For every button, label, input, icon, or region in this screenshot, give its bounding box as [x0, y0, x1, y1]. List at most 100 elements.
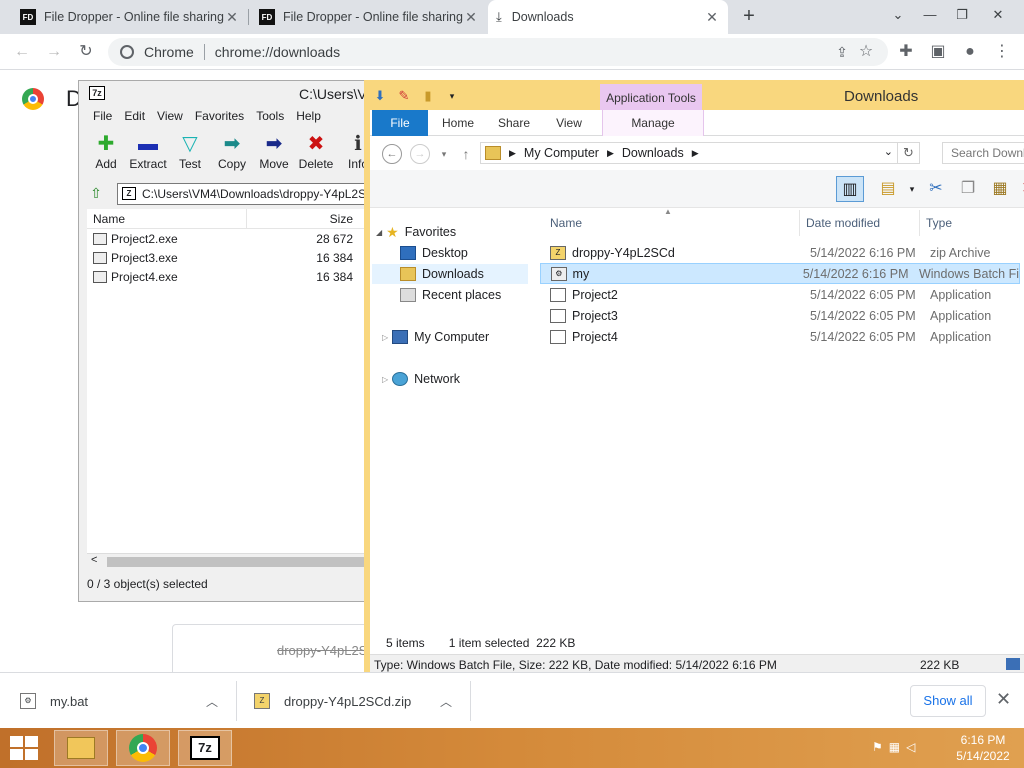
- taskbar-chrome[interactable]: [116, 730, 170, 766]
- close-tab-icon[interactable]: ✕: [224, 9, 240, 26]
- close-tab-icon[interactable]: ✕: [704, 9, 720, 26]
- nav-favorites[interactable]: ◢ ★ Favorites: [376, 222, 456, 242]
- sevenzip-file-row[interactable]: Project4.exe 16 384: [87, 267, 373, 286]
- share-icon[interactable]: ⇪: [832, 42, 852, 62]
- scrollbar-thumb[interactable]: [107, 557, 373, 567]
- shelf-item-droppy-zip[interactable]: Z droppy-Y4pL2SCd.zip ︿: [254, 673, 468, 729]
- shelf-item-my-bat[interactable]: ⚙ my.bat ︿: [20, 673, 234, 729]
- customize-dropdown-icon[interactable]: ▾: [444, 88, 460, 104]
- delete-button[interactable]: ✖ Delete: [295, 131, 337, 171]
- chevron-up-icon[interactable]: ︿: [206, 693, 218, 710]
- side-panel-icon[interactable]: ▣: [928, 42, 948, 62]
- reload-button[interactable]: ↻: [76, 42, 96, 62]
- sevenzip-file-row[interactable]: Project2.exe 28 672: [87, 229, 373, 248]
- restore-button[interactable]: ❐: [946, 0, 978, 30]
- expand-arrow-icon[interactable]: ▷: [382, 375, 388, 384]
- preview-pane-icon[interactable]: ▥: [836, 176, 864, 202]
- menu-view[interactable]: View: [151, 109, 189, 123]
- expand-arrow-icon[interactable]: ▷: [382, 333, 388, 342]
- column-header-name[interactable]: Name: [87, 209, 247, 228]
- horizontal-scrollbar[interactable]: <: [87, 553, 373, 569]
- menu-help[interactable]: Help: [290, 109, 327, 123]
- menu-edit[interactable]: Edit: [118, 109, 151, 123]
- up-arrow-icon[interactable]: ↑: [456, 144, 476, 164]
- file-row[interactable]: Project2 5/14/2022 6:05 PM Application: [540, 284, 1020, 305]
- file-row[interactable]: Project3 5/14/2022 6:05 PM Application: [540, 305, 1020, 326]
- taskbar-clock[interactable]: 6:16 PM 5/14/2022: [948, 732, 1018, 764]
- properties-icon[interactable]: ✎: [396, 88, 412, 104]
- breadcrumb-chevron-icon[interactable]: ▶: [607, 148, 614, 159]
- folder-up-icon[interactable]: ⇧: [87, 185, 105, 203]
- new-folder-icon[interactable]: ▮: [420, 88, 436, 104]
- breadcrumb-chevron-icon[interactable]: ▶: [692, 148, 699, 159]
- file-row-selected[interactable]: ⚙ my 5/14/2022 6:16 PM Windows Batch Fi: [540, 263, 1020, 284]
- expand-arrow-icon[interactable]: ◢: [376, 228, 382, 237]
- move-button[interactable]: ➡ Move: [253, 131, 295, 171]
- breadcrumb-chevron-icon[interactable]: ▶: [509, 148, 516, 159]
- add-button[interactable]: ✚ Add: [85, 131, 127, 171]
- breadcrumb-downloads[interactable]: Downloads: [622, 146, 684, 160]
- nav-downloads[interactable]: Downloads: [372, 264, 528, 284]
- sevenzip-file-row[interactable]: Project3.exe 16 384: [87, 248, 373, 267]
- copy-icon[interactable]: ❐: [954, 176, 982, 202]
- address-history-dropdown-icon[interactable]: ⌄: [884, 145, 893, 158]
- ribbon-tab-file[interactable]: File: [372, 110, 428, 136]
- file-row[interactable]: Project4 5/14/2022 6:05 PM Application: [540, 326, 1020, 347]
- ribbon-tab-home[interactable]: Home: [434, 110, 482, 136]
- menu-kebab-icon[interactable]: ⋮: [992, 42, 1012, 62]
- menu-tools[interactable]: Tools: [250, 109, 290, 123]
- address-bar[interactable]: Chrome chrome://downloads: [108, 38, 888, 66]
- taskbar-7zip[interactable]: 7z: [178, 730, 232, 766]
- nav-network[interactable]: ▷ Network: [382, 369, 460, 389]
- close-tab-icon[interactable]: ✕: [463, 9, 479, 26]
- ribbon-tab-share[interactable]: Share: [490, 110, 538, 136]
- new-tab-button[interactable]: +: [738, 5, 760, 28]
- tab-file-dropper-2[interactable]: FD File Dropper - Online file sharing ✕: [251, 0, 487, 34]
- tab-search-chevron-icon[interactable]: ⌄: [882, 0, 914, 30]
- tab-downloads[interactable]: ⤓ Downloads ✕: [488, 0, 728, 34]
- extract-button[interactable]: ▬ Extract: [127, 131, 169, 171]
- copy-button[interactable]: ➡ Copy: [211, 131, 253, 171]
- close-window-button[interactable]: ✕: [982, 0, 1014, 30]
- file-row[interactable]: Z droppy-Y4pL2SCd 5/14/2022 6:16 PM zip …: [540, 242, 1020, 263]
- cut-scissors-icon[interactable]: ✂: [922, 176, 950, 202]
- taskbar-file-explorer[interactable]: [54, 730, 108, 766]
- back-button[interactable]: ←: [12, 42, 32, 62]
- breadcrumb-my-computer[interactable]: My Computer: [524, 146, 599, 160]
- ribbon-tab-manage[interactable]: Manage: [602, 110, 704, 136]
- menu-file[interactable]: File: [87, 109, 118, 123]
- paste-clipboard-icon[interactable]: ▦: [986, 176, 1014, 202]
- column-header-date-modified[interactable]: Date modified: [800, 210, 920, 236]
- nav-my-computer[interactable]: ▷ My Computer: [382, 327, 489, 347]
- column-header-size[interactable]: Size: [247, 209, 373, 228]
- forward-button[interactable]: →: [44, 42, 64, 62]
- show-all-button[interactable]: Show all: [910, 685, 986, 717]
- explorer-titlebar[interactable]: ⬇ ✎ ▮ ▾ Application Tools Downloads: [364, 80, 1024, 110]
- minimize-button[interactable]: —: [914, 0, 946, 30]
- action-center-flag-icon[interactable]: ⚑: [872, 740, 883, 754]
- close-shelf-icon[interactable]: ✕: [996, 689, 1011, 710]
- ribbon-tab-view[interactable]: View: [546, 110, 592, 136]
- folder-down-icon[interactable]: ⬇: [372, 88, 388, 104]
- extensions-puzzle-icon[interactable]: ✚: [896, 42, 916, 62]
- network-status-icon[interactable]: ▦: [889, 740, 900, 754]
- forward-arrow-icon[interactable]: →: [410, 144, 430, 164]
- explorer-search-field[interactable]: Search Downl: [942, 142, 1024, 164]
- sevenzip-path-field[interactable]: Z C:\Users\VM4\Downloads\droppy-Y4pL2S: [117, 183, 373, 205]
- recent-locations-dropdown-icon[interactable]: ▾: [434, 144, 454, 164]
- windows-start-icon[interactable]: [10, 736, 38, 760]
- download-card-filename[interactable]: droppy-Y4pL2S: [277, 643, 367, 658]
- back-arrow-icon[interactable]: ←: [382, 144, 402, 164]
- sevenzip-titlebar[interactable]: 7z C:\Users\V: [79, 81, 373, 107]
- profile-avatar-icon[interactable]: ●: [960, 42, 980, 62]
- explorer-address-bar[interactable]: ▶ My Computer ▶ Downloads ▶ ⌄ ↻: [480, 142, 920, 164]
- nav-desktop[interactable]: Desktop: [400, 243, 468, 263]
- test-button[interactable]: ▽ Test: [169, 131, 211, 171]
- chevron-up-icon[interactable]: ︿: [440, 693, 452, 710]
- bookmark-star-icon[interactable]: ☆: [856, 42, 876, 62]
- nav-recent-places[interactable]: Recent places: [400, 285, 501, 305]
- refresh-icon[interactable]: ↻: [897, 143, 919, 163]
- column-header-type[interactable]: Type: [920, 210, 952, 236]
- delete-x-icon[interactable]: ✕: [1014, 176, 1024, 202]
- menu-favorites[interactable]: Favorites: [189, 109, 250, 123]
